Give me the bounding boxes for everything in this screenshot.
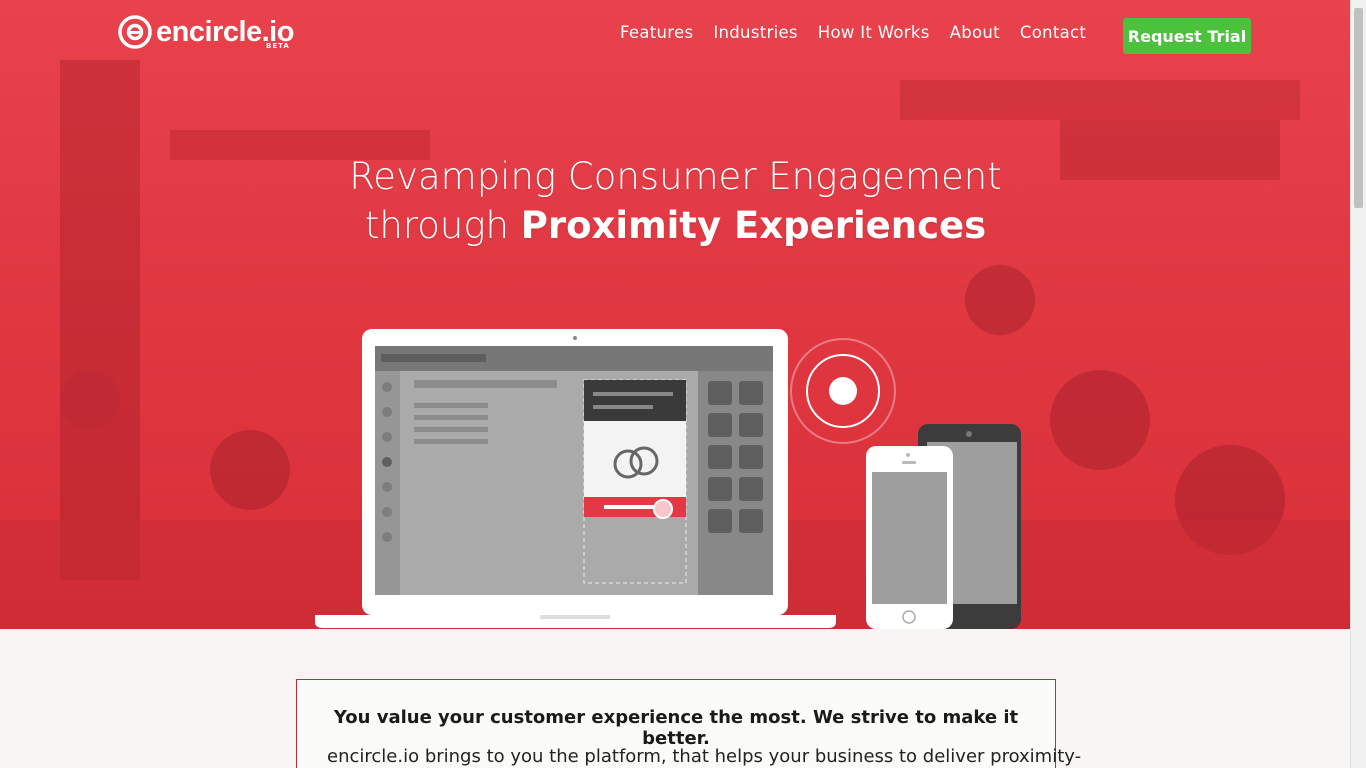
intro-heading: You value your customer experience the m… [333,707,1019,749]
encircle-logo-icon [118,15,152,49]
headline-line-1: Revamping Consumer Engagement [349,155,1002,198]
laptop-icon [315,329,836,628]
hero-banner: encircle.io BETA Features Industries How… [0,0,1351,629]
nav-contact[interactable]: Contact [1020,23,1086,42]
nav-industries[interactable]: Industries [713,23,797,42]
brand-logo[interactable]: encircle.io BETA [118,15,294,50]
iphone-icon [866,446,953,629]
beacon-signal-icon [790,338,896,444]
scrollbar-thumb[interactable] [1354,8,1363,208]
intro-body: encircle.io brings to you the platform, … [327,746,1082,767]
nav-how-it-works[interactable]: How It Works [818,23,930,42]
nav-about[interactable]: About [950,23,1000,42]
devices-illustration [315,329,1021,629]
intro-section: You value your customer experience the m… [296,679,1082,768]
main-nav: Features Industries How It Works About C… [620,23,1086,42]
nav-features[interactable]: Features [620,23,693,42]
headline-emphasis: Proximity Experiences [520,204,987,247]
page-scrollbar[interactable] [1350,0,1366,768]
hero-headline: Revamping Consumer Engagement through Pr… [0,152,1351,250]
request-trial-button[interactable]: Request Trial [1123,18,1251,54]
beta-badge: BETA [266,42,290,50]
headline-line-2: through Proximity Experiences [364,204,987,247]
